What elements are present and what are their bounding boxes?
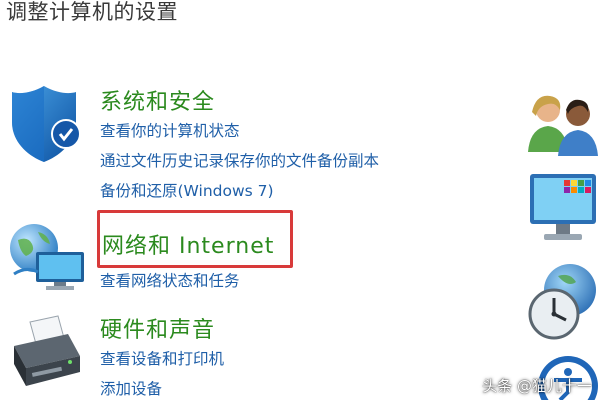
network-globe-icon[interactable]: [6, 222, 88, 292]
link-view-network-status[interactable]: 查看网络状态和任务: [100, 269, 240, 291]
shield-icon[interactable]: [8, 82, 80, 164]
category-title-hardware-sound[interactable]: 硬件和声音: [100, 312, 215, 344]
appearance-monitor-icon[interactable]: [526, 168, 600, 252]
link-view-computer-status[interactable]: 查看你的计算机状态: [100, 119, 240, 141]
page-title: 调整计算机的设置: [6, 0, 178, 24]
highlight-box: [97, 210, 293, 268]
link-backup-restore[interactable]: 备份和还原(Windows 7): [100, 179, 274, 201]
user-accounts-icon[interactable]: [526, 92, 600, 158]
link-file-history-backup[interactable]: 通过文件历史记录保存你的文件备份副本: [100, 149, 379, 171]
link-view-devices-printers[interactable]: 查看设备和打印机: [100, 347, 224, 369]
category-title-system-security[interactable]: 系统和安全: [100, 84, 215, 116]
clock-globe-icon[interactable]: [524, 262, 600, 342]
watermark: 头条 @猫儿十一: [482, 377, 592, 395]
printer-icon[interactable]: [6, 312, 88, 392]
link-add-device[interactable]: 添加设备: [100, 377, 162, 399]
